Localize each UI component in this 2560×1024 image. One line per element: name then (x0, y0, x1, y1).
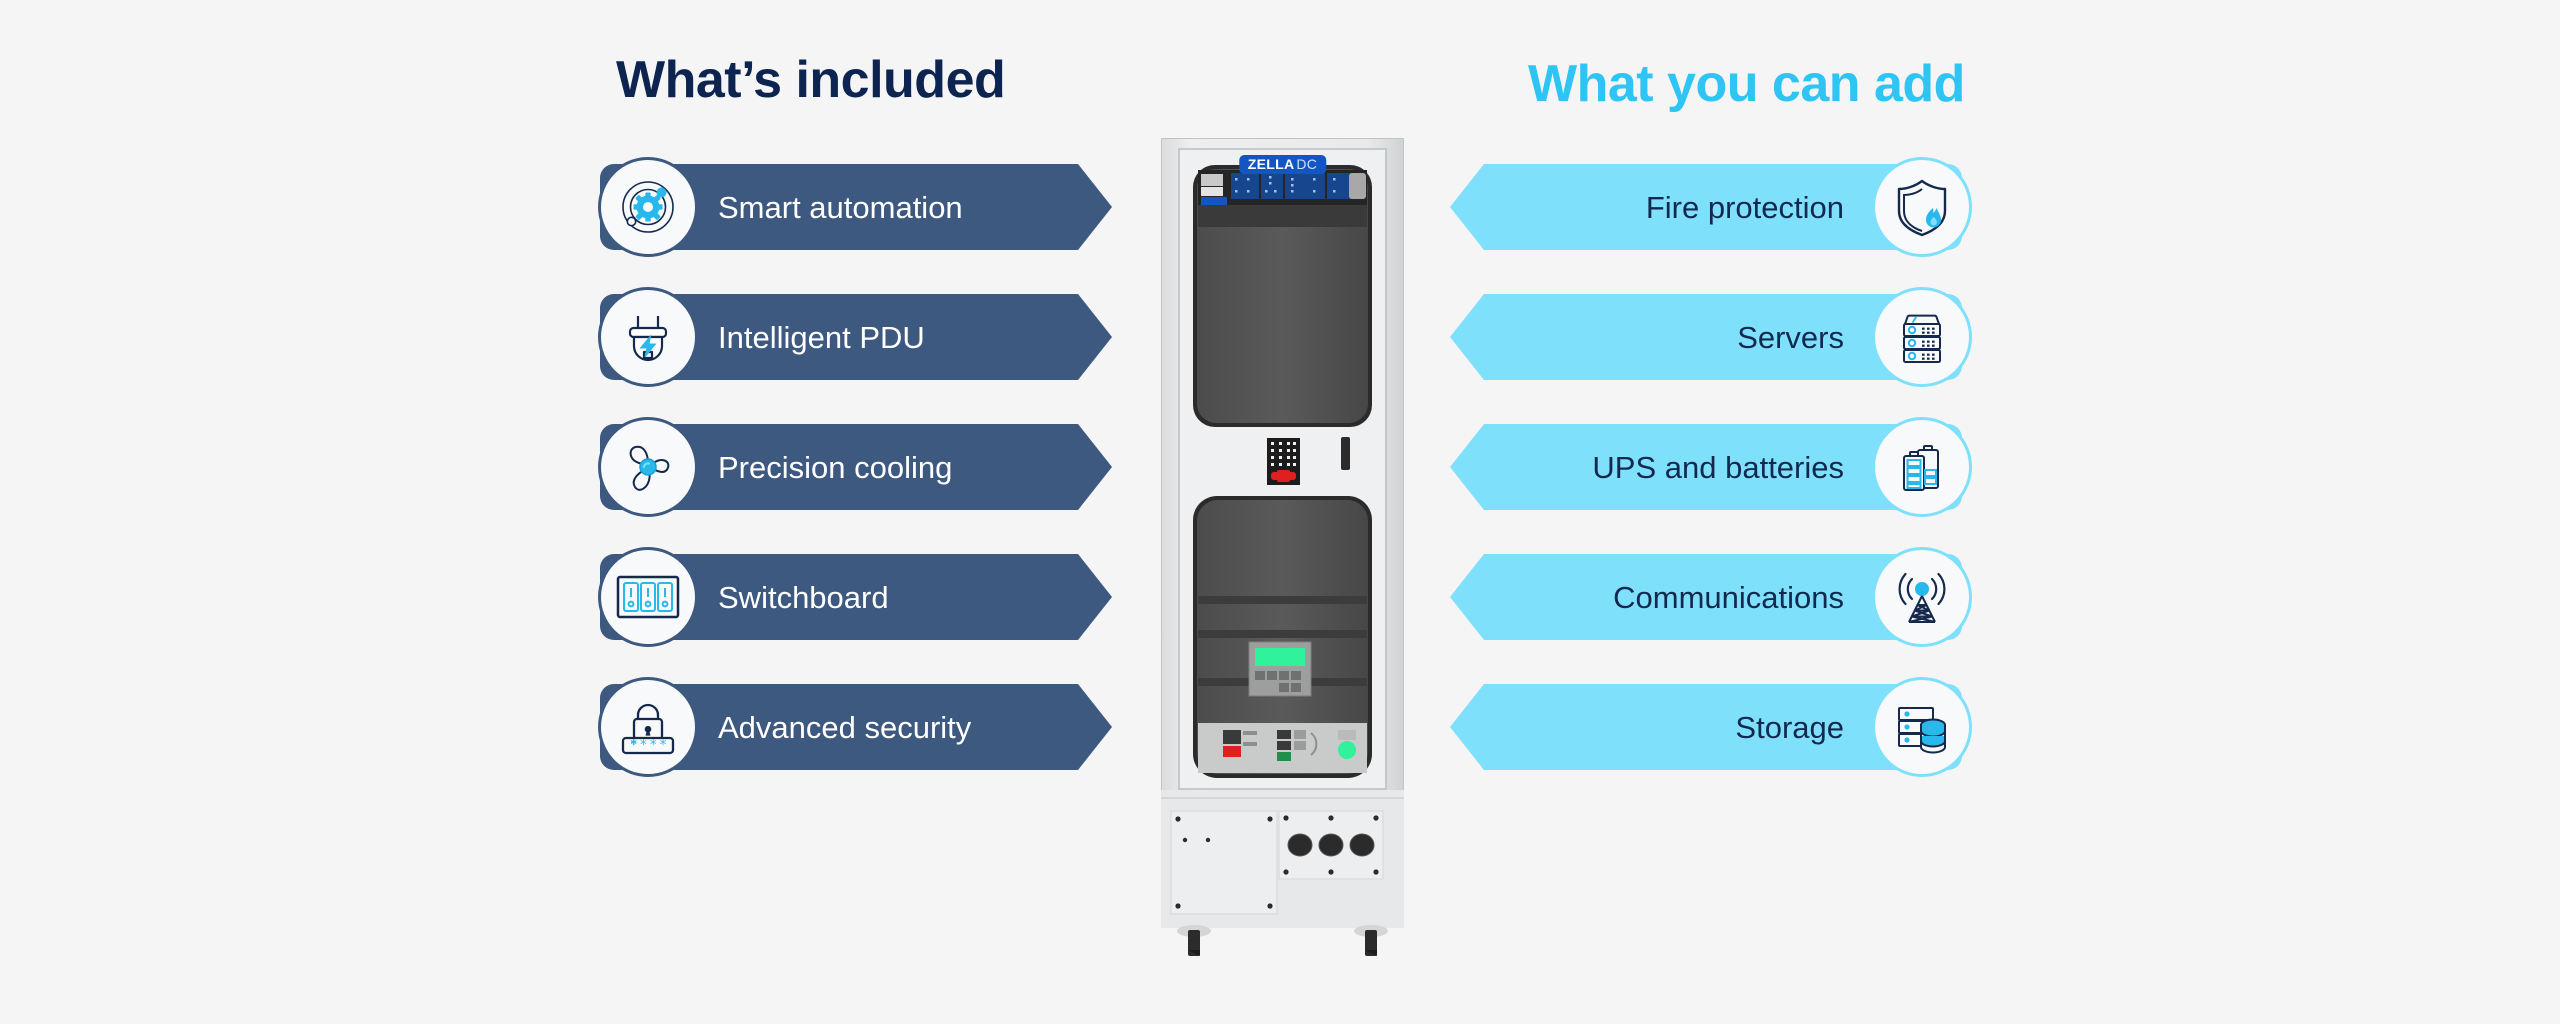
list-item[interactable]: Advanced security * * * * (598, 677, 1120, 777)
caster (1354, 925, 1388, 956)
list-item[interactable]: Switchboard (598, 547, 1120, 647)
included-features-list: Smart automation Intelligent PDU Precisi… (598, 157, 1120, 777)
svg-text:*: * (640, 738, 647, 753)
list-item[interactable]: Precision cooling (598, 417, 1120, 517)
zella-dc-logo: ZELLA DC (1238, 155, 1327, 174)
switchboard-icon (598, 547, 698, 647)
infographic-canvas: What’s included What you can add Smart a… (0, 0, 2560, 1024)
pill-label: Precision cooling (718, 449, 953, 485)
svg-text:*: * (660, 738, 667, 753)
padlock-password-icon: * * * * (598, 677, 698, 777)
pill-label: Storage (1735, 709, 1844, 745)
batteries-icon (1872, 417, 1972, 517)
list-item[interactable]: Storage (1450, 677, 1972, 777)
list-item[interactable]: Fire protection (1450, 157, 1972, 257)
svg-text:*: * (630, 738, 637, 753)
radio-tower-icon (1872, 547, 1972, 647)
pill-label: Communications (1613, 579, 1844, 615)
pill-label: Advanced security (718, 709, 972, 745)
page-title-included: What’s included (616, 51, 1006, 109)
fan-icon (598, 417, 698, 517)
page-title-addons: What you can add (1528, 55, 1965, 113)
storage-database-icon (1872, 677, 1972, 777)
caster (1177, 925, 1211, 956)
list-item[interactable]: Servers (1450, 287, 1972, 387)
list-item[interactable]: UPS and batteries (1450, 417, 1972, 517)
pill-label: Smart automation (718, 189, 963, 225)
pill-label: Servers (1737, 319, 1844, 355)
shield-flame-icon (1872, 157, 1972, 257)
power-plug-icon (598, 287, 698, 387)
server-rack-icon (1872, 287, 1972, 387)
list-item[interactable]: Smart automation (598, 157, 1120, 257)
svg-text:*: * (650, 738, 657, 753)
zella-dc-micro-data-centre-rack: ZELLA DC (1161, 138, 1404, 966)
brand-name: ZELLA (1247, 156, 1295, 172)
addon-options-list: Fire protection Servers UPS and batterie… (1450, 157, 1972, 777)
pill-label: Switchboard (718, 579, 889, 615)
list-item[interactable]: Communications (1450, 547, 1972, 647)
pill-label: Fire protection (1645, 189, 1844, 225)
pill-label: UPS and batteries (1592, 449, 1844, 485)
list-item[interactable]: Intelligent PDU (598, 287, 1120, 387)
pill-label: Intelligent PDU (718, 319, 925, 355)
brand-suffix: DC (1296, 156, 1318, 172)
smart-automation-icon (598, 157, 698, 257)
